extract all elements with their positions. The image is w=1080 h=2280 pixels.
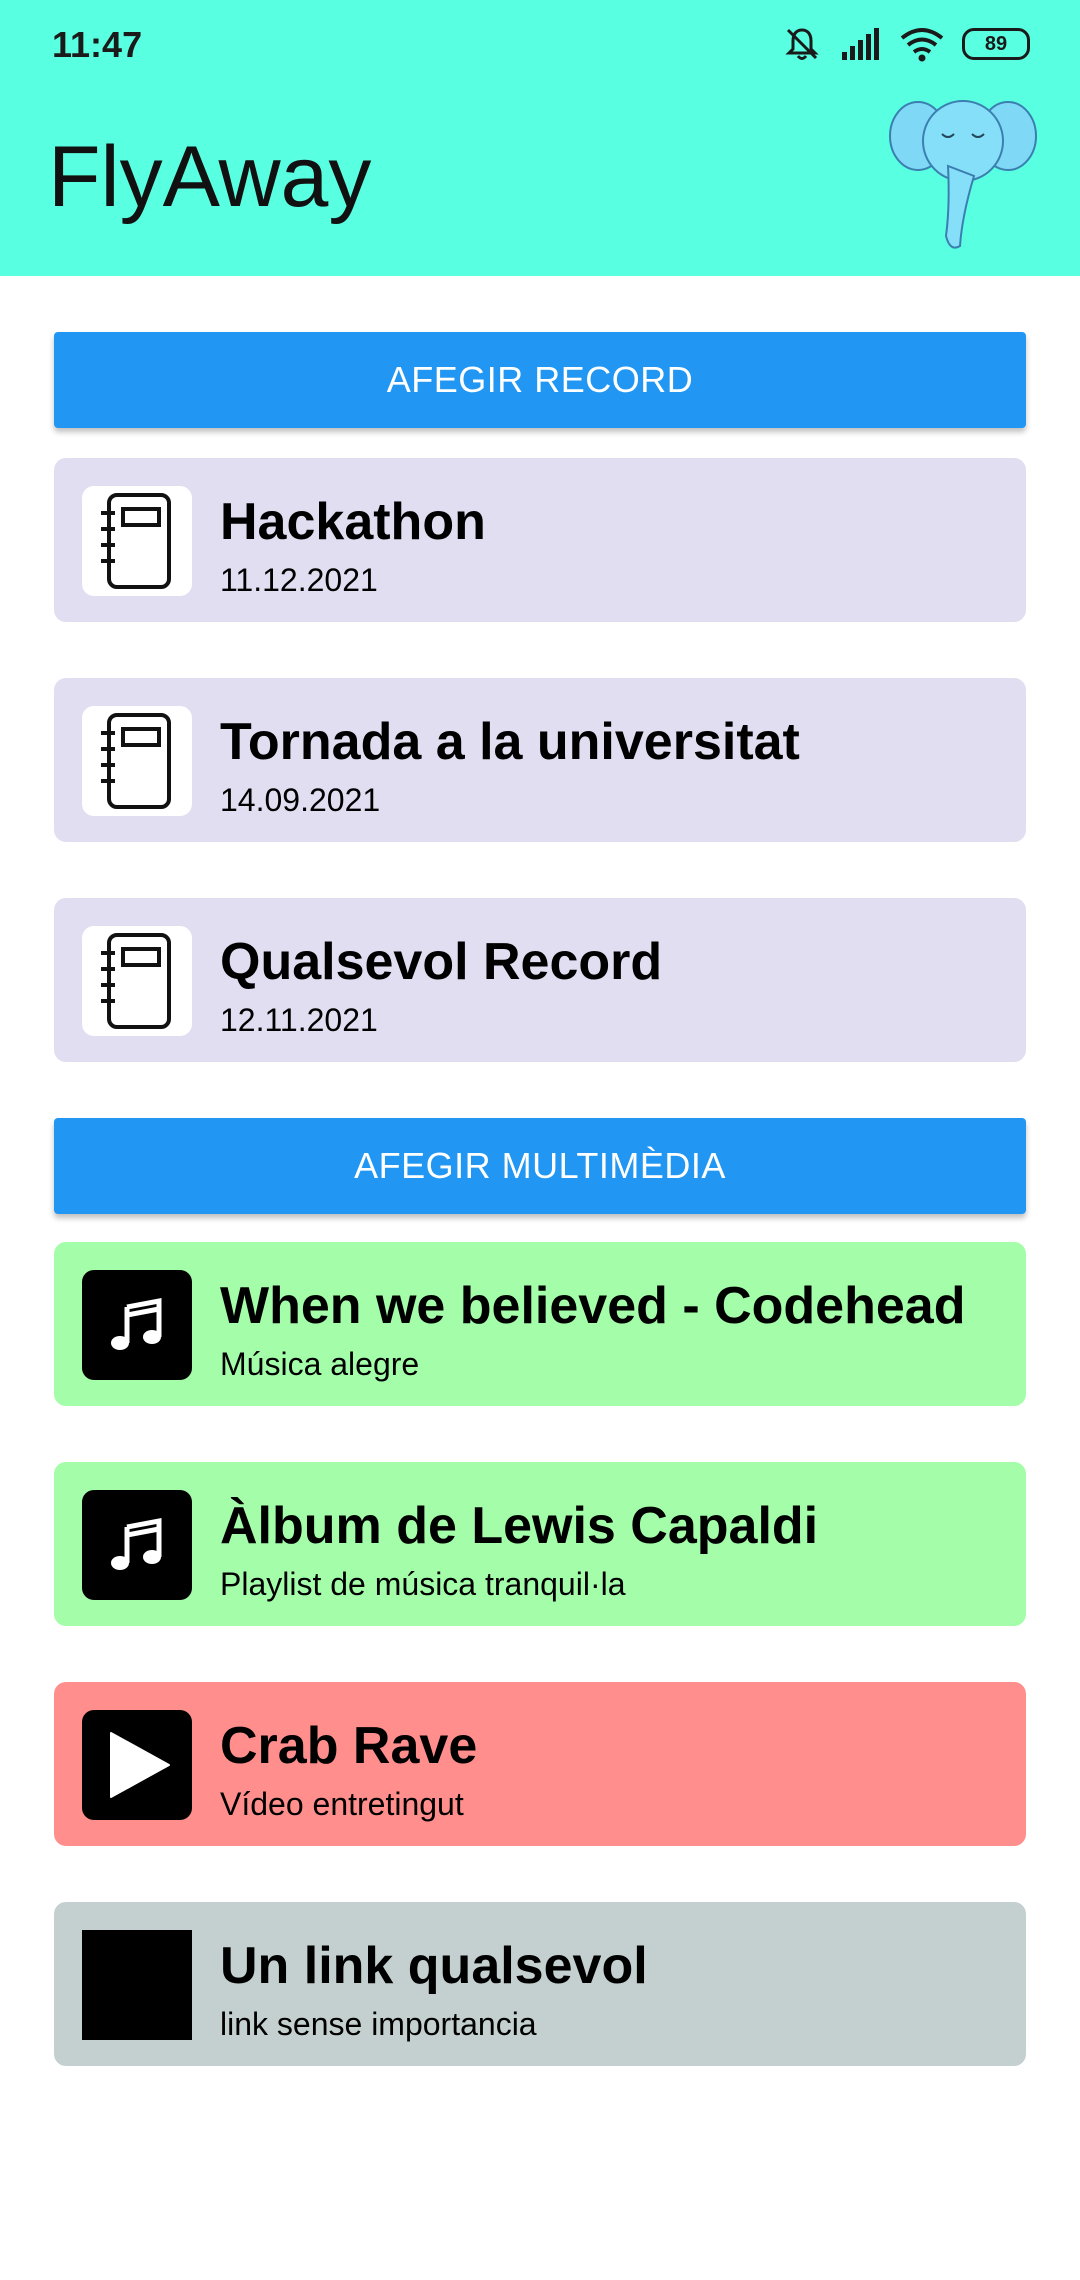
signal-icon (842, 28, 879, 60)
wifi-icon (900, 28, 944, 62)
multimedia-title: When we believed - Codehead (220, 1277, 966, 1335)
record-date: 11.12.2021 (220, 562, 378, 598)
record-title: Qualsevol Record (220, 933, 663, 991)
multimedia-card[interactable]: Un link qualsevol link sense importancia (54, 1902, 1026, 2066)
multimedia-subtitle: Música alegre (220, 1346, 420, 1382)
app-bar: 11:47 89 FlyAway (0, 0, 1080, 276)
record-title: Tornada a la universitat (220, 713, 800, 771)
app-title: FlyAway (48, 129, 372, 225)
record-title: Hackathon (220, 493, 486, 551)
multimedia-card[interactable]: When we believed - Codehead Música alegr… (54, 1242, 1026, 1406)
record-card[interactable]: Hackathon 11.12.2021 (54, 458, 1026, 622)
add-multimedia-button[interactable]: AFEGIR MULTIMÈDIA (54, 1118, 1026, 1214)
mute-icon (785, 28, 819, 60)
elephant-logo-icon (889, 100, 1037, 249)
battery-level: 89 (984, 32, 1008, 55)
notebook-icon (82, 486, 192, 596)
link-placeholder-icon (82, 1930, 192, 2040)
play-icon (82, 1710, 192, 1820)
add-record-button[interactable]: AFEGIR RECORD (54, 332, 1026, 428)
notebook-icon (82, 926, 192, 1036)
multimedia-card[interactable]: Àlbum de Lewis Capaldi Playlist de músic… (54, 1462, 1026, 1626)
multimedia-subtitle: Vídeo entretingut (220, 1786, 464, 1822)
multimedia-subtitle: Playlist de música tranquil·la (220, 1566, 626, 1602)
record-card[interactable]: Qualsevol Record 12.11.2021 (54, 898, 1026, 1062)
status-time: 11:47 (52, 24, 143, 65)
multimedia-subtitle: link sense importancia (220, 2006, 537, 2042)
multimedia-title: Àlbum de Lewis Capaldi (220, 1497, 819, 1555)
notebook-icon (82, 706, 192, 816)
music-note-icon (82, 1490, 192, 1600)
status-icons: 89 (782, 22, 1030, 66)
multimedia-title: Un link qualsevol (220, 1937, 648, 1995)
record-date: 14.09.2021 (220, 782, 381, 818)
multimedia-title: Crab Rave (220, 1717, 478, 1775)
record-date: 12.11.2021 (220, 1002, 378, 1038)
multimedia-card[interactable]: Crab Rave Vídeo entretingut (54, 1682, 1026, 1846)
battery-indicator: 89 (962, 28, 1030, 60)
music-note-icon (82, 1270, 192, 1380)
record-card[interactable]: Tornada a la universitat 14.09.2021 (54, 678, 1026, 842)
